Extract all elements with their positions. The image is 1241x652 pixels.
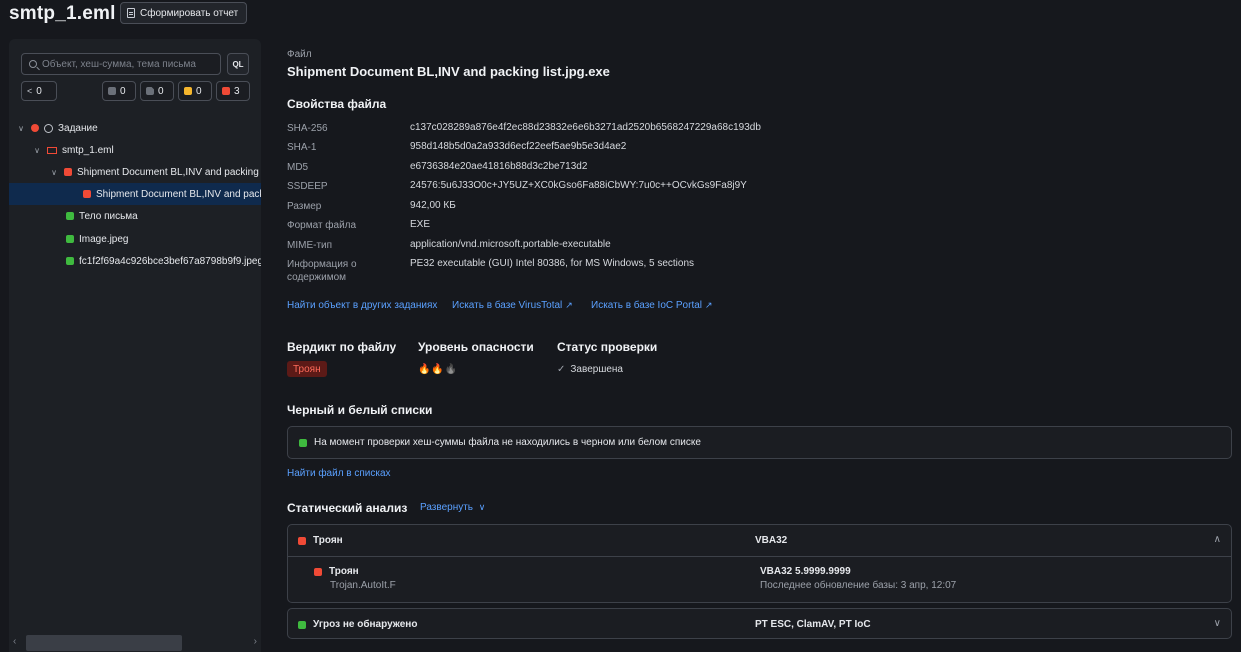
tree-item-image-hash[interactable]: fc1f2f69a4c926bce3bef67a8798b9f9.jpeg [66,250,261,272]
group-verdict: Троян [298,535,343,546]
scrollbar-thumb[interactable] [26,635,182,651]
prop-label: Размер [287,201,322,212]
tree-item-attachment[interactable]: ∨ Shipment Document BL,INV and packing l… [49,161,261,183]
gray-counter[interactable]: 0 [102,81,136,101]
chevron-down-icon: ∨ [478,502,486,512]
search-icon [29,60,37,68]
red-square-icon [222,87,230,95]
external-link-icon: ↗ [565,300,573,310]
search-input[interactable] [42,58,212,70]
share-icon: < [27,86,33,96]
yellow-counter[interactable]: 0 [178,81,212,101]
file-kicker: Файл [287,49,312,60]
task-icon [44,123,53,133]
status-square [66,235,74,243]
generate-report-label: Сформировать отчет [140,7,239,19]
verdict-title: Вердикт по файлу [287,340,397,354]
chevron-down-icon[interactable]: ∨ [32,146,42,155]
danger-title: Уровень опасности [418,340,534,354]
check-status: ✓ Завершена [557,364,623,375]
prop-label: MD5 [287,162,309,173]
generate-report-button[interactable]: Сформировать отчет [120,2,248,24]
find-in-tasks-link[interactable]: Найти объект в других заданиях [287,300,437,311]
links-counter[interactable]: < 0 [21,81,57,101]
flame-icon: 🔥 [418,364,430,375]
prop-label: MIME-тип [287,240,333,251]
status-square [64,168,72,176]
prop-label: Формат файла [287,220,357,231]
ioc-portal-link[interactable]: Искать в базе IoC Portal ↗ [591,300,713,311]
status-square [314,567,322,576]
danger-level-indicator: 🔥 🔥 🔥 [418,364,457,375]
status-dot [31,124,39,132]
detail-signature: Trojan.AutoIt.F [330,580,396,591]
red-counter[interactable]: 3 [216,81,250,101]
prop-label: SHA-256 [287,123,328,134]
verdict-badge: Троян [287,361,327,377]
tree-item-image[interactable]: Image.jpeg [66,228,128,250]
ql-button[interactable]: QL [227,53,249,75]
status-square [299,438,307,447]
tree-item-body[interactable]: Тело письма [66,205,138,227]
status-square [83,190,91,198]
external-link-icon: ↗ [705,300,713,310]
chevron-up-icon[interactable]: ∧ [1214,534,1221,545]
group-engines: PT ESC, ClamAV, PT IoC [755,619,871,630]
content-info-value: PE32 executable (GUI) Intel 80386, for M… [410,258,695,269]
chevron-down-icon[interactable]: ∨ [1214,618,1221,629]
chevron-down-icon[interactable]: ∨ [16,124,26,133]
sha256-value[interactable]: c137c028289a876e4f2ec88d23832e6e6b3271ad… [410,122,761,133]
mime-value: application/vnd.microsoft.portable-execu… [410,239,611,250]
static-analysis-title: Статический анализ [287,501,408,515]
yellow-square-icon [184,87,192,95]
prop-label: SHA-1 [287,142,317,153]
gray-square-icon [108,87,116,95]
document-icon [127,8,135,18]
prop-label: SSDEEP [287,181,328,192]
detail-engine: VBA32 5.9999.9999 [760,566,851,577]
properties-title: Свойства файла [287,97,387,111]
ssdeep-value[interactable]: 24576:5u6J33O0c+JY5UZ+XC0kGso6Fa88iCbWY:… [410,180,747,191]
status-square [298,536,306,545]
find-in-lists-link[interactable]: Найти файл в списках [287,468,391,479]
group-verdict: Угроз не обнаружено [298,619,417,630]
chevron-down-icon[interactable]: ∨ [49,168,59,177]
scroll-right-icon[interactable]: › [254,636,257,647]
sidebar: QL < 0 0 0 0 3 ∨ Задание ∨ smtp_1.eml ∨ [9,39,261,652]
static-group-clean[interactable]: Угроз не обнаружено PT ESC, ClamAV, PT I… [287,608,1232,639]
status-square [66,212,74,220]
status-title: Статус проверки [557,340,658,354]
detail-updated: Последнее обновление базы: 3 апр, 12:07 [760,580,957,591]
file-icon [146,87,154,95]
md5-value[interactable]: e6736384e20ae41816b88d3c2be713d2 [410,161,587,172]
horizontal-scrollbar[interactable]: ‹ › [9,634,261,652]
virustotal-link[interactable]: Искать в базе VirusTotal ↗ [452,300,573,311]
sha1-value[interactable]: 958d148b5d0a2a933d6ecf22eef5ae9b5e3d4ae2 [410,141,626,152]
scroll-left-icon[interactable]: ‹ [13,636,16,647]
mail-icon [47,146,57,154]
group-engines: VBA32 [755,535,788,546]
check-icon: ✓ [557,364,566,375]
prop-label: Информация о содержимом [287,259,357,283]
expand-toggle[interactable]: Развернуть ∨ [420,502,485,513]
format-value: EXE [410,219,431,230]
static-group-header[interactable]: Троян VBA32 ∧ [288,525,1231,557]
page-title: smtp_1.eml [9,3,116,24]
bw-lists-title: Черный и белый списки [287,403,433,417]
tree-item-email[interactable]: ∨ smtp_1.eml [32,139,114,161]
flame-icon: 🔥 [444,364,456,375]
static-group-trojan: Троян VBA32 ∧ Троян Trojan.AutoIt.F VBA3… [287,524,1232,603]
tree-item-attachment-selected[interactable]: Shipment Document BL,INV and packing lis… [83,183,261,205]
detail-verdict: Троян [314,566,359,577]
tree-item-task[interactable]: ∨ Задание [16,117,98,139]
file-name: Shipment Document BL,INV and packing lis… [287,64,610,79]
file-counter[interactable]: 0 [140,81,174,101]
status-square [66,257,74,265]
status-square [298,620,306,629]
bw-lists-panel: На момент проверки хеш-суммы файла не на… [287,426,1232,459]
main-panel: Файл Shipment Document BL,INV and packin… [287,0,1232,652]
search-box[interactable] [21,53,221,75]
size-value: 942,00 КБ [410,200,456,211]
flame-icon: 🔥 [431,364,443,375]
